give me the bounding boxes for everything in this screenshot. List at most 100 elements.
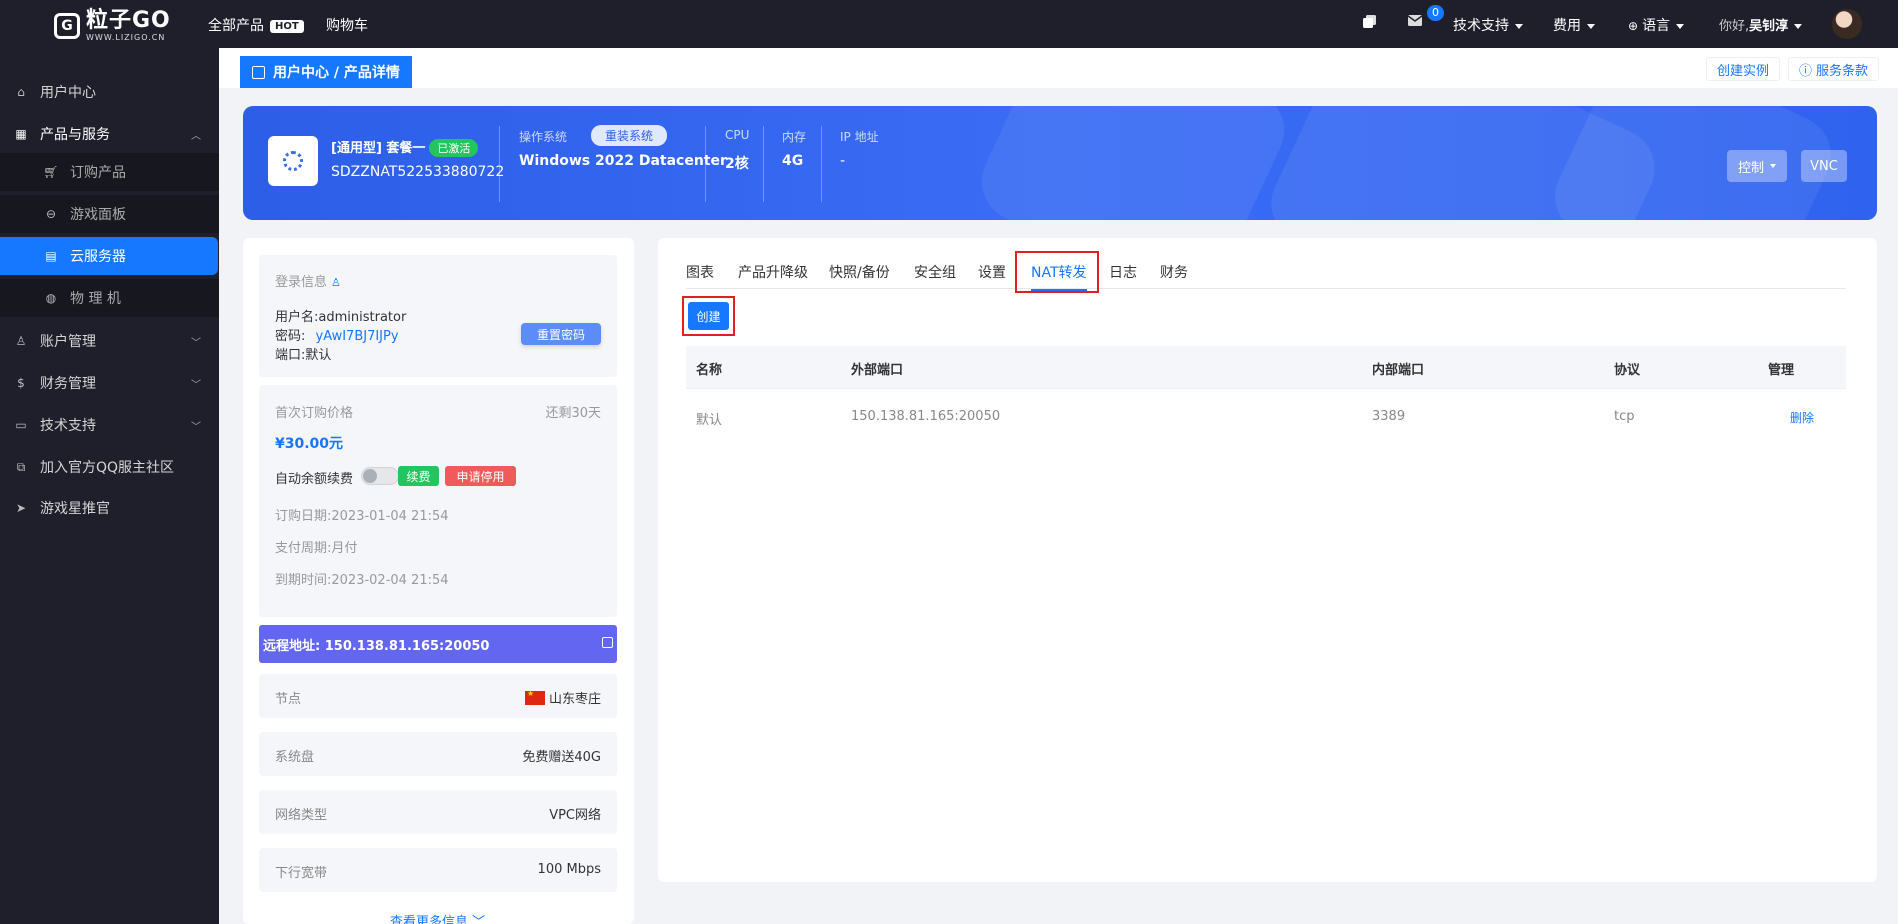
billing-card: 首次订购价格 还剩30天 ¥30.00元 自动余额续费 续费 申请停用 订购日期… (259, 385, 617, 617)
detail-row-system-disk: 系统盘 免费赠送40G (259, 732, 617, 776)
suspend-tag[interactable]: 申请停用 (445, 466, 516, 486)
remaining-days: 还剩30天 (545, 406, 601, 421)
nav-cart[interactable]: 购物车 (326, 15, 368, 35)
chevron-down-icon: ﹀ (191, 379, 201, 391)
nat-table-header: 名称 外部端口 内部端口 协议 管理 (686, 346, 1846, 388)
login-info-title: 登录信息 ♙ (275, 271, 341, 290)
chevron-down-icon: ﹀ (191, 421, 201, 433)
sidebar: ⌂ 用户中心 ▦ 产品与服务 ︿ 🛒︎ 订购产品 ⊖ 游戏面板 ▤ 云服务器 ◍ 物 理 机 … (0, 48, 219, 924)
col-name: 名称 (696, 363, 723, 378)
auto-renew-toggle[interactable] (361, 467, 399, 485)
info-panel: 登录信息 ♙ 用户名:administrator 密码: yAwI7BJ7IJPy… (243, 238, 634, 924)
sidebar-item-label: 用户中心 (40, 85, 96, 101)
reinstall-button[interactable]: 重装系统 (591, 125, 668, 146)
create-instance-link[interactable]: 创建实例 (1705, 57, 1780, 81)
chevron-down-icon: ﹀ (472, 915, 486, 924)
price-value: ¥30.00元 (275, 436, 344, 452)
link-icon: ⧉ (16, 459, 26, 474)
sidebar-item-tech-support[interactable]: ▭ 技术支持 ﹀ (0, 406, 219, 444)
language-label: 语言 (1642, 18, 1671, 34)
user-menu[interactable]: 你好,吴钊淳 (1719, 15, 1803, 34)
sidebar-item-user-center[interactable]: ⌂ 用户中心 (0, 73, 219, 111)
sidebar-item-label: 技术支持 (40, 418, 96, 434)
auto-renew-label: 自动余额续费 (275, 472, 354, 487)
detail-value: 山东枣庄 (524, 688, 601, 707)
sidebar-item-label: 加入官方QQ服主社区 (40, 460, 175, 476)
remote-address-bar[interactable]: 远程地址: 150.138.81.165:20050 (259, 625, 617, 663)
chevron-down-icon (1676, 23, 1685, 29)
vnc-button[interactable]: VNC (1801, 150, 1847, 182)
sidebar-item-finance[interactable]: $ 财务管理 ﹀ (0, 364, 219, 402)
sidebar-item-game-panel[interactable]: ⊖ 游戏面板 (0, 195, 219, 233)
renew-tag[interactable]: 续费 (398, 466, 439, 486)
sidebar-item-cloud-server[interactable]: ▤ 云服务器 (0, 237, 218, 275)
tab-snapshot[interactable]: 快照/备份 (829, 262, 890, 282)
col-external-port: 外部端口 (851, 363, 904, 378)
tab-upgrade[interactable]: 产品升降级 (738, 262, 808, 282)
language-menu[interactable]: ⊕ 语言 (1628, 15, 1685, 35)
info-icon: ⓘ (1798, 63, 1812, 79)
nav-all-products[interactable]: 全部产品 HOT (208, 15, 304, 35)
tech-support-menu[interactable]: 技术支持 (1453, 15, 1523, 35)
tab-logs[interactable]: 日志 (1109, 262, 1137, 282)
remote-address: 远程地址: 150.138.81.165:20050 (263, 638, 490, 654)
cell-internal-port: 3389 (1372, 409, 1406, 424)
sidebar-item-label: 云服务器 (70, 249, 126, 265)
logo-subtext: WWW.LIZIGO.CN (86, 33, 166, 42)
reset-password-button[interactable]: 重置密码 (521, 323, 601, 345)
create-button[interactable]: 创建 (688, 302, 729, 330)
ip-label: IP 地址 (840, 130, 879, 144)
first-price-label: 首次订购价格 (275, 406, 354, 421)
tab-finance[interactable]: 财务 (1160, 262, 1188, 282)
sidebar-item-game-promoter[interactable]: ➤ 游戏星推官 (0, 489, 219, 527)
china-flag-icon (524, 689, 545, 705)
sidebar-item-physical-machine[interactable]: ◍ 物 理 机 (0, 279, 219, 317)
home-icon: ⌂ (17, 85, 25, 99)
expire-date: 到期时间:2023-02-04 21:54 (275, 573, 449, 588)
more-info-label: 查看更多信息 (390, 915, 469, 924)
tab-security-group[interactable]: 安全组 (914, 262, 956, 282)
password-label: 密码: (275, 329, 306, 344)
password-row: 密码: yAwI7BJ7IJPy (275, 325, 399, 344)
avatar[interactable] (1832, 9, 1862, 39)
detail-value: 100 Mbps (537, 862, 601, 877)
gamepad-icon: ⊖ (45, 207, 57, 221)
user-icon: ♙ (15, 334, 27, 348)
port-label: 端口: (275, 348, 306, 363)
detail-panel: 图表 产品升降级 快照/备份 安全组 设置 NAT转发 日志 财务 创建 名称 … (658, 238, 1877, 882)
user-icon: ♙ (331, 276, 341, 289)
username-label: 用户名: (275, 310, 319, 325)
logo[interactable]: G 粒子GO WWW.LIZIGO.CN (54, 10, 171, 42)
terms-link[interactable]: ⓘ 服务条款 (1787, 57, 1879, 81)
delete-link[interactable]: 删除 (1790, 409, 1814, 426)
sidebar-item-account[interactable]: ♙ 账户管理 ﹀ (0, 322, 219, 360)
globe-icon: ⊕ (1628, 19, 1639, 33)
mail-icon[interactable] (1407, 15, 1423, 31)
password-value[interactable]: yAwI7BJ7IJPy (316, 329, 399, 344)
col-internal-port: 内部端口 (1372, 363, 1425, 378)
fees-menu[interactable]: 费用 (1553, 15, 1595, 35)
memory-value: 4G (782, 153, 804, 169)
detail-row-network-type: 网络类型 VPC网络 (259, 790, 617, 834)
breadcrumb-bar: 用户中心 / 产品详情 创建实例 ⓘ 服务条款 (219, 48, 1898, 88)
chevron-down-icon: ﹀ (191, 337, 201, 349)
breadcrumb[interactable]: 用户中心 / 产品详情 (240, 56, 412, 88)
chevron-down-icon (1515, 23, 1523, 29)
tab-chart[interactable]: 图表 (686, 262, 714, 282)
copy-icon[interactable] (602, 637, 613, 648)
os-label: 操作系统 (519, 130, 568, 144)
more-info-link[interactable]: 查看更多信息 ﹀ (390, 911, 485, 924)
copy-icon[interactable] (1362, 14, 1378, 34)
divider (705, 126, 706, 202)
loading-icon (283, 151, 303, 171)
sidebar-item-label: 游戏面板 (70, 207, 126, 223)
sidebar-item-products-services[interactable]: ▦ 产品与服务 ︿ (0, 115, 219, 153)
message-count-badge: 0 (1427, 5, 1444, 21)
sidebar-item-order-products[interactable]: 🛒︎ 订购产品 (0, 153, 219, 191)
tab-settings[interactable]: 设置 (978, 262, 1006, 282)
sidebar-item-qq-community[interactable]: ⧉ 加入官方QQ服主社区 (0, 448, 219, 486)
chevron-up-icon: ︿ (191, 130, 201, 142)
control-dropdown-button[interactable]: 控制 (1727, 150, 1787, 182)
tab-divider (686, 288, 1846, 289)
detail-key: 下行宽带 (275, 866, 328, 881)
